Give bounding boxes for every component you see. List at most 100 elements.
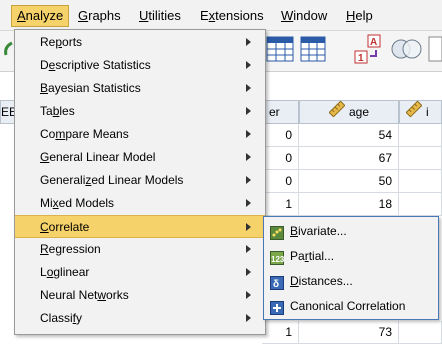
table-cell[interactable]: 50: [299, 170, 399, 193]
menu-item-mnemonic: G: [40, 150, 50, 164]
menu-item-text: orts: [62, 35, 83, 49]
submenu-arrow-icon: [246, 268, 251, 276]
scale-ruler-icon: [328, 100, 346, 124]
menu-analyze-label: nalyze: [25, 8, 64, 23]
table-cell[interactable]: 0: [262, 124, 299, 147]
table-cell[interactable]: [399, 170, 442, 193]
menu-item-regression[interactable]: Regression: [15, 238, 265, 261]
menu-window[interactable]: Window: [276, 6, 332, 26]
menu-utilities-label: tilities: [148, 8, 181, 23]
submenu-item-text: istances...: [298, 274, 353, 288]
menu-item-loglinear[interactable]: Loglinear: [15, 261, 265, 284]
table-cell[interactable]: 1: [262, 193, 299, 216]
toolbar-next-icon[interactable]: [428, 35, 442, 66]
menu-item-mixed-models[interactable]: Mixed Models: [15, 192, 265, 215]
variable-sets-icon[interactable]: [390, 35, 424, 66]
menu-extensions[interactable]: Extensions: [195, 6, 269, 26]
cell-value: 0: [285, 151, 292, 165]
data-grid-icon[interactable]: [266, 35, 294, 66]
menu-extensions-prefix: E: [200, 8, 209, 23]
menu-item-mnemonic: m: [55, 127, 66, 141]
table-cell[interactable]: 1: [262, 321, 299, 344]
menu-item-mnemonic: C: [40, 220, 49, 234]
column-header-age-label: age: [348, 105, 370, 119]
menu-item-general-linear-model[interactable]: General Linear Model: [15, 146, 265, 169]
menu-item-text: egression: [48, 242, 101, 256]
menu-item-classify[interactable]: Classify: [15, 307, 265, 330]
menu-item-generalized-linear-models[interactable]: Generalized Linear Models: [15, 169, 265, 192]
svg-text:123: 123: [271, 255, 284, 264]
menu-graphs-label: raphs: [88, 8, 121, 23]
menu-graphs[interactable]: Graphs: [73, 6, 126, 26]
menu-item-text: Neural Net: [40, 288, 98, 302]
split-file-grid-icon[interactable]: [300, 35, 326, 66]
table-cell[interactable]: 18: [299, 193, 399, 216]
menu-item-text: pare Means: [65, 127, 129, 141]
table-cell[interactable]: 0: [262, 170, 299, 193]
menu-item-text: orrelate: [48, 220, 90, 234]
cell-value: 54: [378, 128, 392, 142]
menu-item-neural-networks[interactable]: Neural Networks: [15, 284, 265, 307]
submenu-arrow-icon: [246, 107, 251, 115]
menu-help[interactable]: Help: [341, 6, 378, 26]
analyze-menu: Reports Descriptive Statistics Bayesian …: [14, 29, 266, 335]
menu-item-descriptive-statistics[interactable]: Descriptive Statistics: [15, 54, 265, 77]
submenu-item-partial[interactable]: 123 Partial...: [264, 244, 438, 269]
table-cell[interactable]: 54: [299, 124, 399, 147]
submenu-arrow-icon: [246, 153, 251, 161]
undo-arrow-icon[interactable]: [2, 41, 14, 62]
submenu-item-text: Canonical Correlation: [290, 299, 406, 313]
svg-text:1: 1: [358, 53, 364, 64]
submenu-arrow-icon: [246, 199, 251, 207]
menu-utilities[interactable]: Utilities: [134, 6, 186, 26]
table-cell[interactable]: [399, 124, 442, 147]
menu-analyze-mnemonic: A: [17, 8, 26, 23]
submenu-item-mnemonic: D: [290, 274, 299, 288]
table-cell[interactable]: 67: [299, 147, 399, 170]
submenu-arrow-icon: [246, 61, 251, 69]
menu-item-mnemonic: R: [40, 242, 49, 256]
menu-utilities-mnemonic: U: [139, 8, 149, 23]
submenu-item-text: tial...: [308, 249, 335, 263]
svg-text:δ: δ: [273, 279, 279, 290]
table-cell[interactable]: 0: [262, 147, 299, 170]
menu-help-label: elp: [355, 8, 373, 23]
menu-item-reports[interactable]: Reports: [15, 31, 265, 54]
menu-item-bayesian-statistics[interactable]: Bayesian Statistics: [15, 77, 265, 100]
menu-item-text: glinear: [53, 265, 90, 279]
submenu-item-distances[interactable]: δ Distances...: [264, 269, 438, 294]
table-cell[interactable]: [399, 193, 442, 216]
menu-item-text: eneral Linear Model: [49, 150, 156, 164]
menu-item-text: Mi: [40, 196, 53, 210]
column-header-partial-right[interactable]: i: [399, 100, 442, 124]
column-header-age[interactable]: age: [299, 100, 399, 124]
menu-item-text: ayesian Statistics: [48, 81, 141, 95]
submenu-item-canonical-correlation[interactable]: Canonical Correlation: [264, 294, 438, 319]
menu-analyze[interactable]: Analyze: [11, 5, 70, 27]
menu-item-mnemonic: B: [40, 81, 49, 95]
menu-item-correlate[interactable]: Correlate: [15, 215, 265, 238]
menu-item-tables[interactable]: Tables: [15, 100, 265, 123]
table-cell[interactable]: [399, 321, 442, 344]
submenu-arrow-icon: [246, 314, 251, 322]
column-header-er[interactable]: er: [262, 100, 299, 124]
table-cell[interactable]: [399, 147, 442, 170]
menu-item-text: y: [76, 311, 83, 325]
bivariate-icon: [270, 224, 284, 240]
value-labels-icon[interactable]: A 1: [354, 34, 384, 69]
column-header-er-label: er: [269, 105, 280, 119]
menu-item-compare-means[interactable]: Compare Means: [15, 123, 265, 146]
submenu-item-text: ivariate...: [298, 224, 347, 238]
table-cell[interactable]: 73: [299, 321, 399, 344]
partial-icon: 123: [270, 249, 285, 265]
correlate-submenu: Bivariate... 123 Partial... δ Distances.…: [263, 216, 439, 320]
column-header-partial-right-label: i: [426, 105, 429, 119]
menu-graphs-mnemonic: G: [78, 8, 89, 23]
distances-icon: δ: [270, 274, 284, 290]
menu-window-mnemonic: W: [281, 8, 294, 23]
cell-value: 1: [285, 197, 292, 211]
menu-item-text: D: [40, 58, 49, 72]
submenu-item-bivariate[interactable]: Bivariate...: [264, 219, 438, 244]
cell-value: 73: [378, 325, 392, 339]
menu-item-mnemonic: w: [97, 288, 107, 302]
